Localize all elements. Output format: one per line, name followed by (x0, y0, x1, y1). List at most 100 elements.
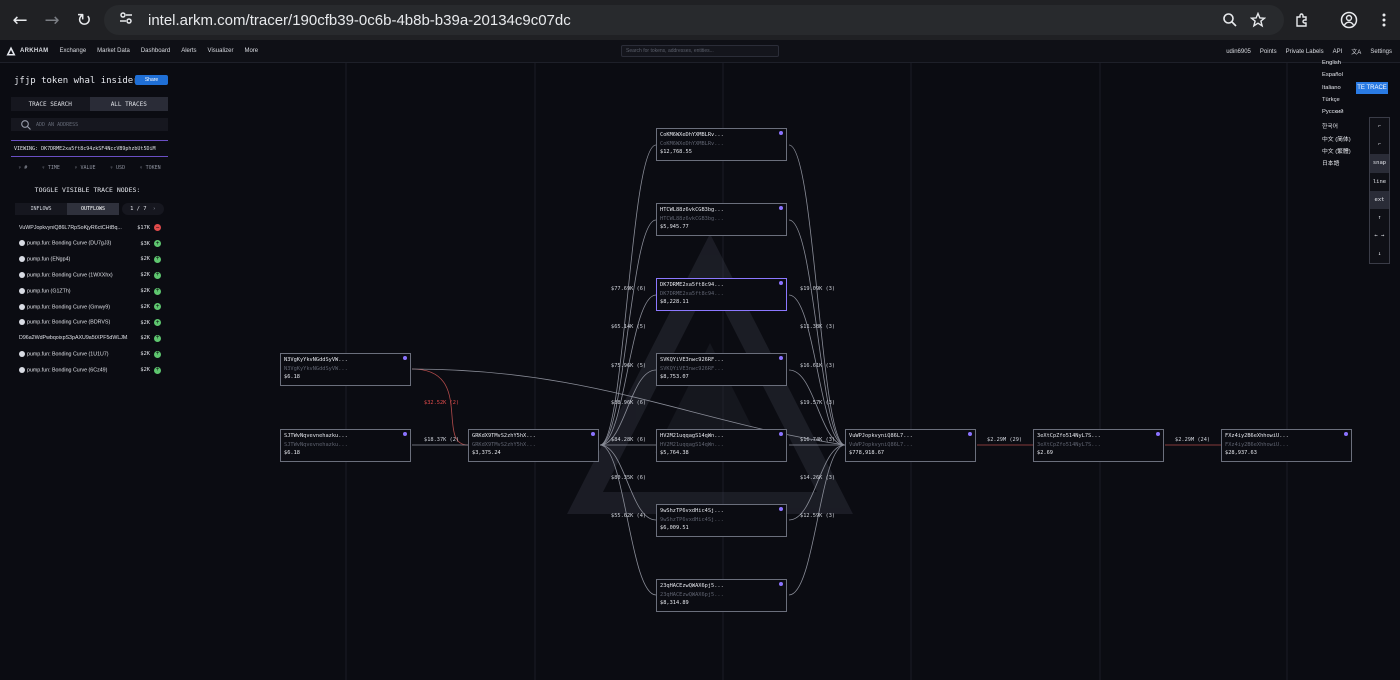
graph-node[interactable]: SJTWvNqvevnehazku... SJTWvNqvevnehazku...… (280, 429, 411, 462)
list-item[interactable]: pump.fun (ENgp4) $2K + (19, 252, 161, 268)
nav-link-dashboard[interactable]: Dashboard (141, 48, 170, 54)
language-option[interactable]: Italiano (1322, 85, 1351, 97)
add-address-input[interactable]: ADD AN ADDRESS (11, 118, 168, 131)
list-item[interactable]: VuWPJopkvyniQ86L7RpSoKjyR6ctCHtBq... $17K… (19, 220, 161, 236)
nav-points[interactable]: Points (1260, 49, 1277, 55)
graph-node[interactable]: SVKQYiVE3nwc926RF... SVKQYiVE3nwc926RF...… (656, 353, 787, 386)
add-node-icon[interactable]: + (154, 350, 161, 358)
add-node-icon[interactable]: + (154, 334, 161, 342)
graph-node[interactable]: FXz4iy2B6eXhhowiU... FXz4iy2B6eXhhowiU...… (1221, 429, 1352, 462)
node-handle-icon[interactable] (1156, 432, 1160, 436)
edge-label[interactable]: $12.59K (3) (800, 513, 835, 519)
edge-label[interactable]: $11.38K (3) (800, 324, 835, 330)
node-handle-icon[interactable] (779, 356, 783, 360)
nav-settings[interactable]: Settings (1370, 49, 1392, 55)
graph-node[interactable]: CoKM6WXeDhYXMBLRv... CoKM6WXeDhYXMBLRv...… (656, 128, 787, 161)
language-option[interactable]: 中文 (简体) (1322, 134, 1351, 146)
reload-icon[interactable]: ↻ (68, 4, 100, 36)
filter-count[interactable]: ▿ # (18, 165, 27, 171)
language-option[interactable]: 日本語 (1322, 158, 1351, 170)
node-handle-icon[interactable] (779, 582, 783, 586)
edge-label[interactable]: $16.61K (3) (800, 363, 835, 369)
language-option[interactable]: Español (1322, 72, 1351, 84)
node-handle-icon[interactable] (591, 432, 595, 436)
add-node-icon[interactable]: + (154, 271, 161, 279)
address-bar[interactable]: intel.arkm.com/tracer/190cfb39-0c6b-4b8b… (104, 5, 1284, 35)
list-item[interactable]: pump.fun: Bonding Curve (Gmwy9) $2K + (19, 299, 161, 315)
node-handle-icon[interactable] (403, 356, 407, 360)
list-item[interactable]: pump.fun (G1ZTh) $2K + (19, 283, 161, 299)
language-option[interactable]: 한국어 (1322, 121, 1351, 133)
nav-username[interactable]: udin6905 (1226, 49, 1251, 55)
snap-control[interactable]: snap (1370, 154, 1389, 173)
nav-api[interactable]: API (1333, 49, 1343, 55)
filter-token[interactable]: ▿ TOKEN (140, 165, 161, 171)
edge-label[interactable]: $14.26K (3) (800, 475, 835, 481)
ext-control[interactable]: ext (1370, 190, 1389, 209)
collapse-control[interactable]: ⌐ (1370, 118, 1389, 136)
add-node-icon[interactable]: + (154, 319, 161, 327)
back-icon[interactable]: ← (4, 4, 36, 36)
nav-link-alerts[interactable]: Alerts (181, 48, 196, 54)
edge-label[interactable]: $84.28K (6) (611, 437, 646, 443)
node-handle-icon[interactable] (779, 507, 783, 511)
forward-icon[interactable]: → (36, 4, 68, 36)
edge-label[interactable]: $2.29M (29) (987, 437, 1022, 443)
edge-label[interactable]: $55.62K (4) (611, 513, 646, 519)
node-pager[interactable]: 1 / 7 › (122, 203, 164, 215)
graph-node[interactable]: 23qHACEzwQWAX6pj5... 23qHACEzwQWAX6pj5...… (656, 579, 787, 612)
graph-node[interactable]: 3eXtCpZfo514NyL7S... 3eXtCpZfo514NyL7S...… (1033, 429, 1164, 462)
graph-node[interactable]: N3VgKyYkvNGddSyVW... N3VgKyYkvNGddSyVW...… (280, 353, 411, 386)
add-node-icon[interactable]: + (154, 366, 161, 374)
nav-link-more[interactable]: More (244, 48, 258, 54)
remove-node-icon[interactable]: − (154, 224, 161, 232)
graph-node[interactable]: GRKdX9TMvS2zhY5hX... GRKdX9TMvS2zhY5hX...… (468, 429, 599, 462)
pan-left-right-icon[interactable]: ← → (1370, 227, 1389, 245)
graph-node[interactable]: HV2M21uqqagS14qWn... HV2M21uqqagS14qWn...… (656, 429, 787, 462)
add-node-icon[interactable]: + (154, 287, 161, 295)
nav-link-exchange[interactable]: Exchange (59, 48, 86, 54)
node-handle-icon[interactable] (403, 432, 407, 436)
add-node-icon[interactable]: + (154, 255, 161, 263)
global-search-input[interactable]: Search for tokens, addresses, entities..… (621, 45, 779, 57)
nav-private-labels[interactable]: Private Labels (1286, 49, 1324, 55)
graph-node[interactable]: HTCWL88z6vkCGB3bg... HTCWL88z6vkCGB3bg...… (656, 203, 787, 236)
pan-up-icon[interactable]: ↑ (1370, 209, 1389, 227)
node-handle-icon[interactable] (779, 281, 783, 285)
tab-all-traces[interactable]: ALL TRACES (89, 97, 168, 111)
list-item[interactable]: pump.fun: Bonding Curve (BDRVS) $2K + (19, 315, 161, 331)
edge-label[interactable]: $2.29M (24) (1175, 437, 1210, 443)
node-handle-icon[interactable] (779, 432, 783, 436)
language-option[interactable]: Русский (1322, 109, 1351, 121)
language-option[interactable]: Türkçe (1322, 97, 1351, 109)
edge-label[interactable]: $88.96K (6) (611, 400, 646, 406)
add-node-icon[interactable]: + (154, 240, 161, 248)
edge-label[interactable]: $16.74K (3) (800, 437, 835, 443)
tab-outflows[interactable]: OUTFLOWS (67, 203, 119, 215)
edge-label[interactable]: $77.69K (6) (611, 286, 646, 292)
graph-node[interactable]: VuWPJopkvyniQ86L7... VuWPJopkvyniQ86L7...… (845, 429, 976, 462)
node-handle-icon[interactable] (1344, 432, 1348, 436)
filter-value[interactable]: ▿ VALUE (74, 165, 95, 171)
graph-node[interactable]: 9wShzTP6vxdHic4Sj... 9wShzTP6vxdHic4Sj...… (656, 504, 787, 537)
node-handle-icon[interactable] (968, 432, 972, 436)
edge-label[interactable]: $18.37K (2) (424, 437, 459, 443)
tab-inflows[interactable]: INFLOWS (15, 203, 67, 215)
tab-trace-search[interactable]: TRACE SEARCH (11, 97, 90, 111)
language-icon[interactable]: 文A (1351, 47, 1361, 56)
line-control[interactable]: line (1370, 173, 1389, 191)
filter-usd[interactable]: ▿ USD (110, 165, 125, 171)
browser-menu-icon[interactable] (1370, 6, 1398, 34)
trace-graph-canvas[interactable]: $32.52K (2) $18.37K (2) $77.69K (6) $65.… (175, 63, 1400, 680)
edge-label[interactable]: $75.96K (5) (611, 363, 646, 369)
edge-label[interactable]: $65.14K (5) (611, 324, 646, 330)
list-item[interactable]: pump.fun: Bonding Curve (1WXXhx) $2K + (19, 267, 161, 283)
site-settings-icon[interactable] (118, 10, 134, 30)
node-handle-icon[interactable] (779, 206, 783, 210)
language-option[interactable]: 中文 (繁體) (1322, 146, 1351, 158)
edge-label[interactable]: $80.35K (6) (611, 475, 646, 481)
trace-title[interactable]: jfjp token whal insider (14, 76, 139, 86)
zoom-magnifier-icon[interactable] (1216, 6, 1244, 34)
list-item[interactable]: pump.fun: Bonding Curve (DU7gJ3) $3K + (19, 236, 161, 252)
add-node-icon[interactable]: + (154, 303, 161, 311)
